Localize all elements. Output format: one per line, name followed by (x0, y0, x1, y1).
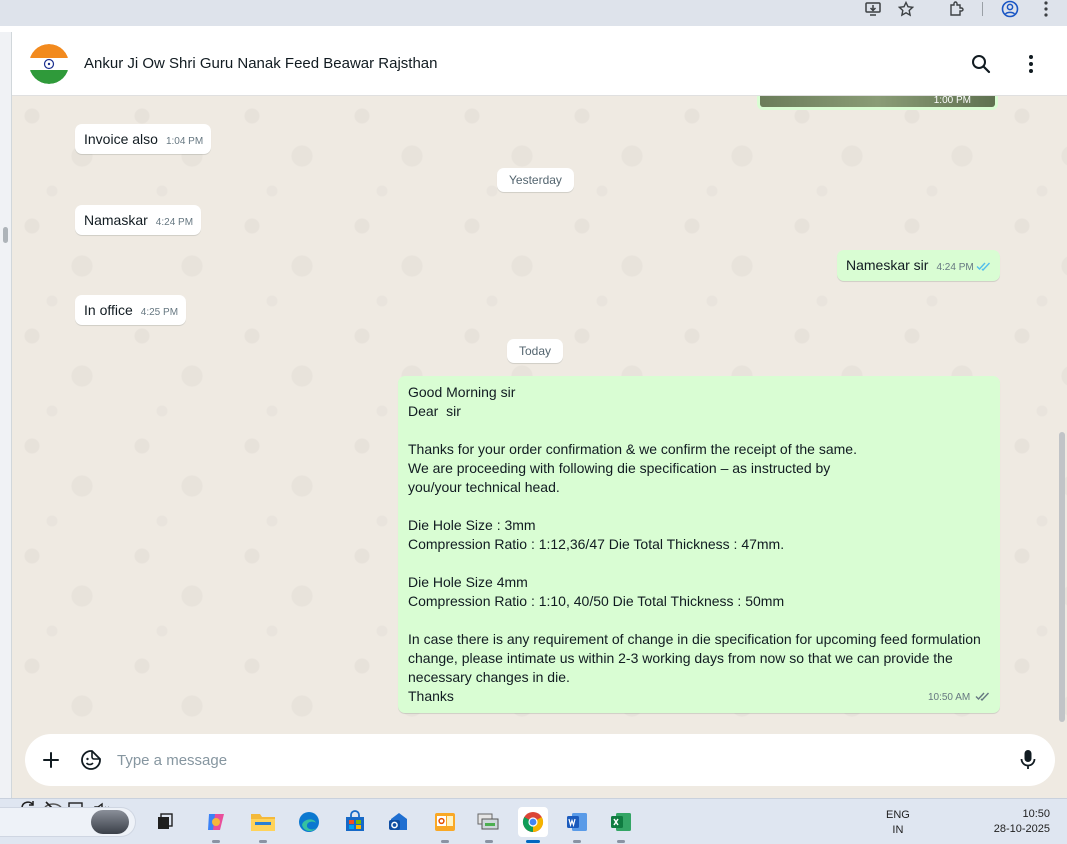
message-time: 1:00 PM (933, 96, 971, 106)
outlook-classic-icon[interactable] (430, 807, 460, 843)
attach-plus-icon[interactable] (38, 747, 64, 773)
running-indicator (573, 840, 581, 843)
copilot-icon[interactable] (201, 807, 231, 843)
message-line (408, 554, 990, 573)
left-panel-edge (0, 32, 12, 798)
message-line: In case there is any requirement of chan… (408, 631, 981, 647)
message-line: Die Hole Size 4mm (408, 574, 528, 590)
outgoing-message[interactable]: Nameskar sir 4:24 PM (837, 250, 1000, 281)
message-text: Nameskar sir (846, 257, 929, 273)
message-time: 10:50 AM (927, 692, 971, 703)
message-line (408, 421, 990, 440)
message-time: 4:25 PM (140, 307, 179, 318)
contact-avatar[interactable] (29, 44, 69, 84)
message-line: change, please intimate us within 2-3 wo… (408, 650, 953, 666)
message-time: 4:24 PM (936, 262, 974, 273)
incoming-message[interactable]: Namaskar 4:24 PM (75, 205, 202, 235)
incoming-message[interactable]: Invoice also 1:04 PM (75, 124, 212, 154)
active-indicator (526, 840, 540, 843)
message-line: Dear sir (408, 403, 461, 419)
browser-menu-icon[interactable] (1035, 0, 1057, 18)
conversation-panel: 1:00 PM Invoice also 1:04 PM Yesterday Na… (12, 96, 1067, 732)
conversation-scrollbar[interactable] (1057, 96, 1067, 732)
message-line (408, 497, 990, 516)
left-scrollbar-thumb[interactable] (3, 227, 8, 243)
composer-bar (12, 732, 1067, 798)
running-indicator (212, 840, 220, 843)
profile-icon[interactable] (999, 0, 1021, 18)
bookmark-star-icon[interactable] (895, 0, 917, 18)
whatsapp-chat-window: Ankur Ji Ow Shri Guru Nanak Feed Beawar … (12, 32, 1067, 798)
language-code: ENG (886, 809, 910, 821)
install-app-icon[interactable] (862, 0, 884, 18)
image-message[interactable]: 1:00 PM (757, 96, 998, 110)
date-separator: Today (507, 339, 564, 363)
toolbar-divider (982, 2, 983, 16)
message-line: Compression Ratio : 1:12,36/47 Die Total… (408, 536, 785, 552)
message-line: We are proceeding with following die spe… (408, 460, 831, 476)
outgoing-message[interactable]: Good Morning sir Dear sir Thanks for you… (398, 376, 1000, 713)
running-indicator (617, 840, 625, 843)
message-composer (25, 734, 1055, 786)
message-text: Namaskar (84, 212, 148, 228)
message-input[interactable] (117, 748, 997, 772)
search-icon[interactable] (967, 50, 995, 78)
message-line: Die Hole Size : 3mm (408, 517, 536, 533)
microsoft-store-icon[interactable] (340, 807, 370, 837)
search-highlight-icon (91, 810, 129, 834)
read-receipt-icon (976, 258, 992, 274)
incoming-message[interactable]: In office 4:25 PM (75, 295, 187, 325)
excel-icon[interactable] (606, 807, 636, 843)
delivered-receipt-icon (975, 689, 991, 708)
clock-date: 28-10-2025 (993, 823, 1050, 835)
message-line: Thanks for your order confirmation & we … (408, 441, 857, 457)
file-explorer-icon[interactable] (248, 807, 278, 843)
input-language[interactable]: ENG IN (886, 808, 910, 838)
message-text: Invoice also (84, 131, 158, 147)
running-indicator (259, 840, 267, 843)
edge-browser-icon[interactable] (294, 807, 324, 837)
chat-menu-icon[interactable] (1017, 50, 1045, 78)
message-line: Thanks (408, 688, 454, 704)
extensions-icon[interactable] (945, 0, 967, 18)
chat-title[interactable]: Ankur Ji Ow Shri Guru Nanak Feed Beawar … (84, 55, 438, 72)
windows-taskbar: ENG IN 10:50 28-10-2025 (0, 798, 1067, 844)
chat-header: Ankur Ji Ow Shri Guru Nanak Feed Beawar … (12, 32, 1067, 96)
message-time: 4:24 PM (155, 217, 194, 228)
task-view-icon[interactable] (150, 807, 180, 837)
chrome-browser-icon[interactable] (518, 807, 548, 843)
microphone-icon[interactable] (1015, 747, 1041, 773)
outlook-new-icon[interactable] (384, 807, 414, 837)
message-line: Good Morning sir (408, 384, 516, 400)
date-separator: Yesterday (497, 168, 574, 192)
message-footer: 10:50 AM (928, 688, 991, 708)
message-line: Compression Ratio : 1:10, 40/50 Die Tota… (408, 593, 785, 609)
message-line: you/your technical head. (408, 479, 560, 495)
message-text: In office (84, 302, 133, 318)
word-icon[interactable] (562, 807, 592, 843)
clock-time: 10:50 (1022, 808, 1050, 820)
running-indicator (485, 840, 493, 843)
message-line: necessary changes in die. (408, 669, 570, 685)
sticker-icon[interactable] (78, 747, 104, 773)
region-code: IN (892, 824, 904, 836)
network-drive-icon[interactable] (474, 807, 504, 843)
running-indicator (441, 840, 449, 843)
message-line (408, 611, 990, 630)
browser-toolbar (0, 0, 1067, 26)
taskbar-search[interactable] (0, 807, 136, 837)
system-clock[interactable]: 10:50 28-10-2025 (984, 807, 1050, 837)
message-time: 1:04 PM (165, 136, 204, 147)
scrollbar-thumb[interactable] (1059, 432, 1065, 722)
